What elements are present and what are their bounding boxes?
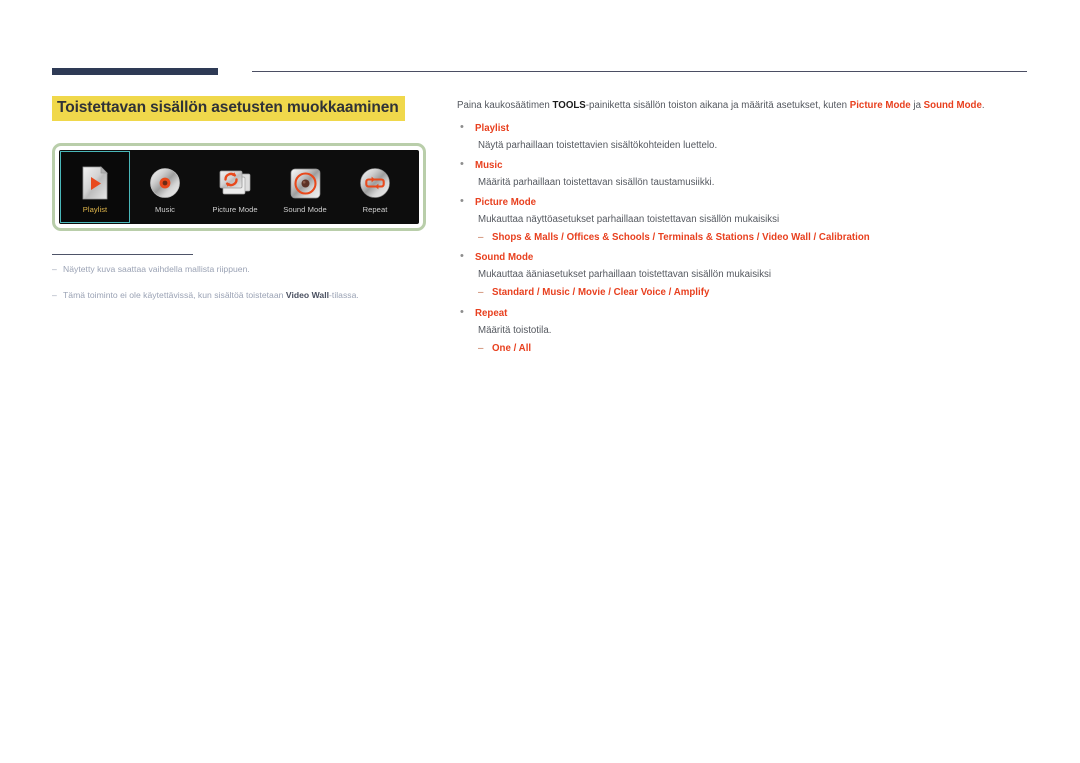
footnote-item: – Tämä toiminto ei ole käytettävissä, ku… <box>52 289 422 302</box>
footnote-list: – Näytetty kuva saattaa vaihdella mallis… <box>52 263 422 315</box>
menu-item-sound-mode[interactable]: Sound Mode <box>270 150 340 224</box>
menu-item-label: Sound Mode <box>283 205 327 214</box>
section-heading: • Repeat <box>457 306 1032 321</box>
section-description: Määritä parhaillaan toistettavan sisällö… <box>478 176 715 188</box>
bullet-marker: • <box>460 250 464 263</box>
header-rule-thin <box>252 71 1027 73</box>
section-repeat: • Repeat Määritä toistotila. – One / All <box>457 306 1032 361</box>
section-heading: • Music <box>457 158 1032 173</box>
section-options: – Shops & Malls / Offices & Schools / Te… <box>478 231 1032 250</box>
section-heading: • Picture Mode <box>457 195 1032 210</box>
section-sound-mode: • Sound Mode Mukauttaa ääniasetukset par… <box>457 250 1032 305</box>
section-heading: • Sound Mode <box>457 250 1032 265</box>
intro-ref-sound-mode: Sound Mode <box>923 100 982 111</box>
option-values: One / All <box>492 342 532 354</box>
menu-item-playlist[interactable]: Playlist <box>60 151 130 223</box>
footnote-divider <box>52 254 193 256</box>
repeat-loop-icon <box>359 162 391 204</box>
tools-key: TOOLS <box>552 100 586 111</box>
menu-item-label: Playlist <box>82 205 108 214</box>
section-title: Playlist <box>475 122 510 134</box>
playlist-document-play-icon <box>80 162 110 204</box>
footnote-dash: – <box>52 264 57 274</box>
section-playlist: • Playlist Näytä parhaillaan toistettavi… <box>457 121 1032 157</box>
bullet-marker: • <box>460 157 464 170</box>
section-music: • Music Määritä parhaillaan toistettavan… <box>457 158 1032 194</box>
bullet-marker: • <box>460 194 464 207</box>
bullet-marker: • <box>460 305 464 318</box>
section-description: Määritä toistotila. <box>478 324 552 336</box>
footnote-text: Näytetty kuva saattaa vaihdella mallista… <box>63 264 250 274</box>
header-rule-thick <box>52 68 218 75</box>
section-description: Mukauttaa ääniasetukset parhaillaan tois… <box>478 269 772 281</box>
sound-mode-speaker-icon <box>290 162 321 204</box>
menu-item-music[interactable]: Music <box>130 150 200 224</box>
section-description: Näytä parhaillaan toistettavien sisältök… <box>478 139 718 151</box>
section-options: – Standard / Music / Movie / Clear Voice… <box>478 286 1032 305</box>
footnote-emphasis: Video Wall <box>285 289 330 300</box>
music-disc-icon <box>149 162 181 204</box>
section-title: Music <box>475 159 503 171</box>
intro-paragraph: Paina kaukosäätimen TOOLS-painiketta sis… <box>457 100 985 111</box>
intro-ref-picture-mode: Picture Mode <box>849 100 911 111</box>
picture-mode-cards-refresh-icon <box>217 162 253 204</box>
menu-item-label: Repeat <box>362 205 388 214</box>
option-dash: – <box>478 342 484 354</box>
right-column: Paina kaukosäätimen TOOLS-painiketta sis… <box>457 99 1032 362</box>
menu-item-repeat[interactable]: Repeat <box>340 150 410 224</box>
menu-item-label: Picture Mode <box>212 205 258 214</box>
device-menu-panel: Playlist Music Picture Mode Sound Mode R… <box>52 143 426 231</box>
section-options: – One / All <box>478 342 1032 361</box>
option-dash: – <box>478 231 484 243</box>
footnote-dash: – <box>52 289 57 300</box>
device-screen: Playlist Music Picture Mode Sound Mode R… <box>59 150 419 224</box>
section-title: Repeat <box>475 307 508 319</box>
section-description: Mukauttaa näyttöasetukset parhaillaan to… <box>478 213 780 225</box>
menu-item-picture-mode[interactable]: Picture Mode <box>200 150 270 224</box>
page-title: Toistettavan sisällön asetusten muokkaam… <box>52 96 405 121</box>
section-title: Picture Mode <box>475 196 537 208</box>
menu-item-label: Music <box>154 205 176 214</box>
bullet-marker: • <box>460 120 464 133</box>
section-picture-mode: • Picture Mode Mukauttaa näyttöasetukset… <box>457 195 1032 250</box>
option-values: Shops & Malls / Offices & Schools / Term… <box>492 231 870 243</box>
section-title: Sound Mode <box>475 252 534 264</box>
option-values: Standard / Music / Movie / Clear Voice /… <box>492 287 710 299</box>
footnote-text: Tämä toiminto ei ole käytettävissä, kun … <box>63 289 359 300</box>
left-column: Toistettavan sisällön asetusten muokkaam… <box>52 96 427 121</box>
section-heading: • Playlist <box>457 121 1032 136</box>
footnote-item: – Näytetty kuva saattaa vaihdella mallis… <box>52 263 422 276</box>
option-dash: – <box>478 287 484 299</box>
